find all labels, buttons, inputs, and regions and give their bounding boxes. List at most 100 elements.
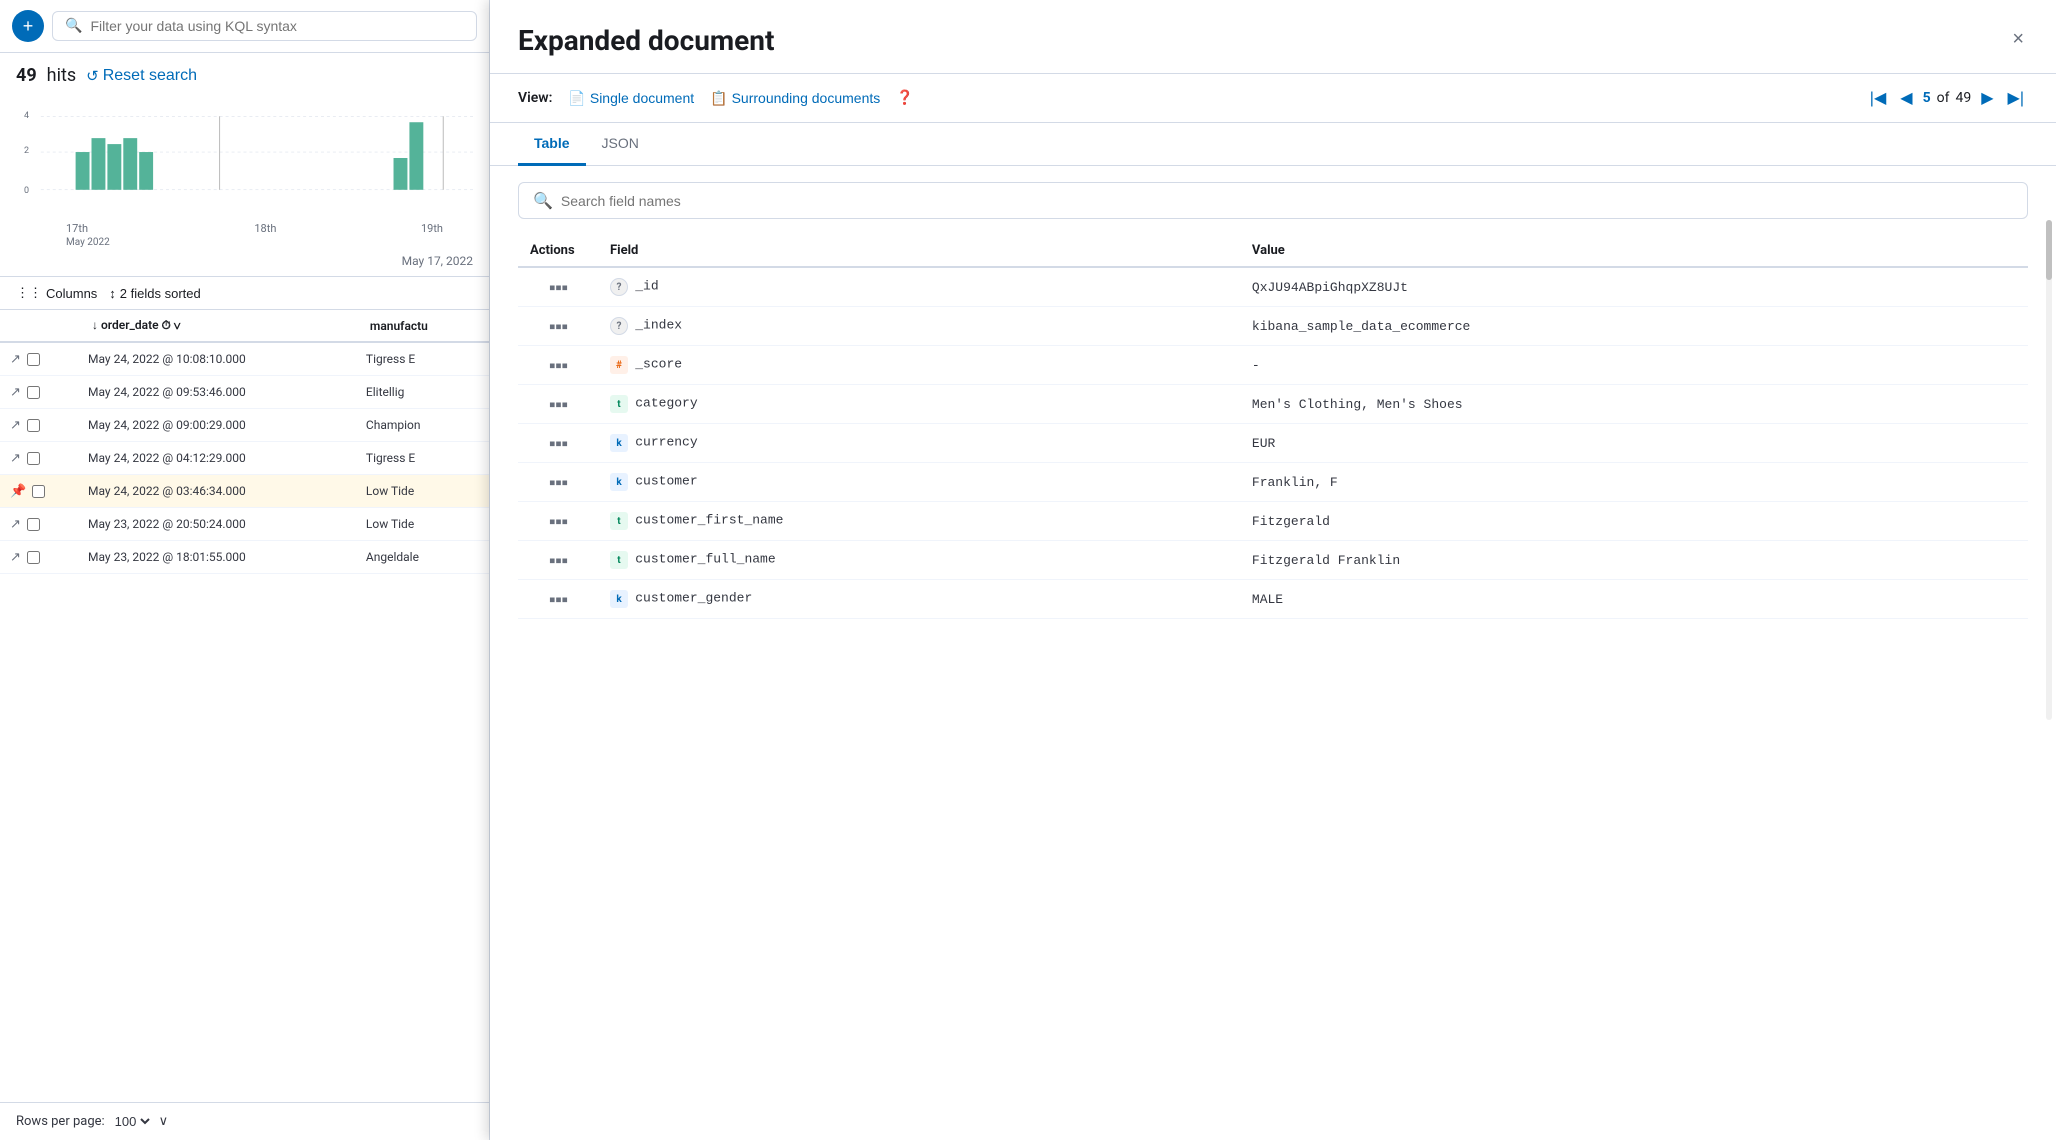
row-manufacturer: Angeldale: [358, 541, 489, 574]
sort-button[interactable]: ↕ 2 fields sorted: [109, 286, 200, 301]
field-action-button[interactable]: ▪▪▪: [546, 551, 571, 569]
field-row-customer-full-name: ▪▪▪ t customer_full_name Fitzgerald Fran…: [518, 541, 2028, 580]
field-action-button[interactable]: ▪▪▪: [546, 356, 571, 374]
field-name-customer-first-name: customer_first_name: [635, 513, 783, 528]
row-checkbox[interactable]: [27, 353, 40, 366]
columns-icon: ⋮⋮: [16, 285, 42, 301]
field-action-button[interactable]: ▪▪▪: [546, 590, 571, 608]
expand-row-button[interactable]: ↗: [8, 415, 23, 435]
row-manufacturer: Elitellig: [358, 376, 489, 409]
field-action-button[interactable]: ▪▪▪: [546, 434, 571, 452]
reset-search-button[interactable]: ↺ Reset search: [86, 67, 197, 85]
data-table: ↓ order_date ⏱ ∨ manufactu ↗: [0, 310, 489, 1102]
rows-per-page-chevron-icon: ∨: [159, 1114, 169, 1129]
table-row: ↗ May 23, 2022 @ 20:50:24.000 Low Tide: [0, 508, 489, 541]
search-input-wrap: 🔍: [52, 11, 477, 41]
columns-button[interactable]: ⋮⋮ Columns: [16, 285, 97, 301]
expand-row-button[interactable]: ↗: [8, 547, 23, 567]
field-row-currency: ▪▪▪ k currency EUR: [518, 424, 2028, 463]
row-date: May 24, 2022 @ 09:00:29.000: [80, 409, 358, 442]
nav-last-button[interactable]: ▶|: [2004, 86, 2028, 110]
tab-json[interactable]: JSON: [586, 123, 655, 166]
row-checkbox[interactable]: [32, 485, 45, 498]
row-checkbox[interactable]: [27, 386, 40, 399]
field-row-customer-first-name: ▪▪▪ t customer_first_name Fitzgerald: [518, 502, 2028, 541]
col-order-date[interactable]: ↓ order_date ⏱ ∨: [80, 310, 358, 342]
nav-separator: of: [1937, 90, 1950, 106]
rows-per-page: Rows per page: 100 25 50 ∨: [0, 1102, 489, 1140]
chart-date: May 17, 2022: [0, 252, 489, 276]
table-controls: ⋮⋮ Columns ↕ 2 fields sorted: [0, 276, 489, 310]
expand-row-button[interactable]: ↗: [8, 349, 23, 369]
field-action-button[interactable]: ▪▪▪: [546, 473, 571, 491]
field-type-icon-t: t: [610, 512, 628, 530]
scrollbar-track[interactable]: [2046, 220, 2052, 720]
sort-icon: ↕: [109, 286, 116, 301]
field-row-category: ▪▪▪ t category Men's Clothing, Men's Sho…: [518, 385, 2028, 424]
expand-row-button[interactable]: ↗: [8, 514, 23, 534]
close-flyout-button[interactable]: ×: [2008, 24, 2028, 55]
field-name-category: category: [635, 396, 697, 411]
chart-labels: 17thMay 2022 18th 19th: [0, 218, 489, 252]
field-type-icon-k: k: [610, 434, 628, 452]
row-date: May 24, 2022 @ 03:46:34.000: [80, 475, 358, 508]
svg-text:0: 0: [24, 186, 29, 196]
field-action-button[interactable]: ▪▪▪: [546, 512, 571, 530]
table-row-highlighted: 📌 May 24, 2022 @ 03:46:34.000 Low Tide: [0, 475, 489, 508]
expand-row-button[interactable]: ↗: [8, 382, 23, 402]
nav-first-button[interactable]: |◀: [1866, 86, 1890, 110]
field-value-customer-full-name: Fitzgerald Franklin: [1252, 553, 1400, 568]
rows-per-page-select[interactable]: 100 25 50: [111, 1113, 153, 1130]
col-field: Field: [598, 235, 1240, 267]
field-search-box: 🔍: [518, 182, 2028, 219]
surrounding-doc-icon: 📋: [710, 90, 727, 107]
pin-row-button[interactable]: 📌: [8, 481, 28, 501]
col-value: Value: [1240, 235, 2028, 267]
search-input[interactable]: [90, 18, 464, 34]
field-type-icon-k: k: [610, 473, 628, 491]
nav-prev-button[interactable]: ◀: [1896, 86, 1916, 110]
chart-area: 4 2 0: [0, 98, 489, 218]
row-checkbox[interactable]: [27, 518, 40, 531]
col-expand-icon: ∨: [174, 318, 181, 332]
row-date: May 23, 2022 @ 18:01:55.000: [80, 541, 358, 574]
refresh-icon: ↺: [86, 67, 99, 85]
rows-per-page-label: Rows per page:: [16, 1114, 105, 1129]
col-manufacturer[interactable]: manufactu: [358, 310, 489, 342]
expanded-document-flyout: Expanded document × View: 📄 Single docum…: [490, 0, 2056, 1140]
left-panel: + 🔍 49 hits ↺ Reset search 4 2 0: [0, 0, 490, 1140]
row-checkbox[interactable]: [27, 551, 40, 564]
field-value-customer-first-name: Fitzgerald: [1252, 514, 1330, 529]
surrounding-documents-link[interactable]: 📋 Surrounding documents: [710, 90, 880, 107]
field-type-icon-hash: #: [610, 356, 628, 374]
field-search-icon: 🔍: [533, 191, 553, 210]
scrollbar-thumb[interactable]: [2046, 220, 2052, 280]
row-checkbox[interactable]: [27, 452, 40, 465]
add-filter-button[interactable]: +: [12, 10, 44, 42]
chart-label-18th: 18th: [254, 222, 276, 248]
field-name-id: _id: [635, 279, 658, 294]
field-search-input[interactable]: [561, 193, 2013, 209]
row-date: May 23, 2022 @ 20:50:24.000: [80, 508, 358, 541]
table-row: ↗ May 24, 2022 @ 10:08:10.000 Tigress E: [0, 342, 489, 376]
field-action-button[interactable]: ▪▪▪: [546, 278, 571, 296]
field-action-button[interactable]: ▪▪▪: [546, 317, 571, 335]
help-icon[interactable]: ❓: [896, 90, 913, 106]
field-name-customer-gender: customer_gender: [635, 591, 752, 606]
table-row: ↗ May 24, 2022 @ 09:53:46.000 Elitellig: [0, 376, 489, 409]
field-row-id: ▪▪▪ ? _id QxJU94ABpiGhqpXZ8UJt: [518, 267, 2028, 307]
row-manufacturer: Tigress E: [358, 342, 489, 376]
field-type-icon-t: t: [610, 551, 628, 569]
single-document-link[interactable]: 📄 Single document: [568, 90, 694, 107]
view-label: View:: [518, 90, 552, 106]
expand-row-button[interactable]: ↗: [8, 448, 23, 468]
field-name-index: _index: [635, 318, 682, 333]
field-value-index: kibana_sample_data_ecommerce: [1252, 319, 1470, 334]
field-action-button[interactable]: ▪▪▪: [546, 395, 571, 413]
nav-next-button[interactable]: ▶: [1977, 86, 1997, 110]
field-value-currency: EUR: [1252, 436, 1275, 451]
row-checkbox[interactable]: [27, 419, 40, 432]
row-date: May 24, 2022 @ 09:53:46.000: [80, 376, 358, 409]
tab-table[interactable]: Table: [518, 123, 586, 166]
histogram-chart: 4 2 0: [16, 98, 473, 218]
